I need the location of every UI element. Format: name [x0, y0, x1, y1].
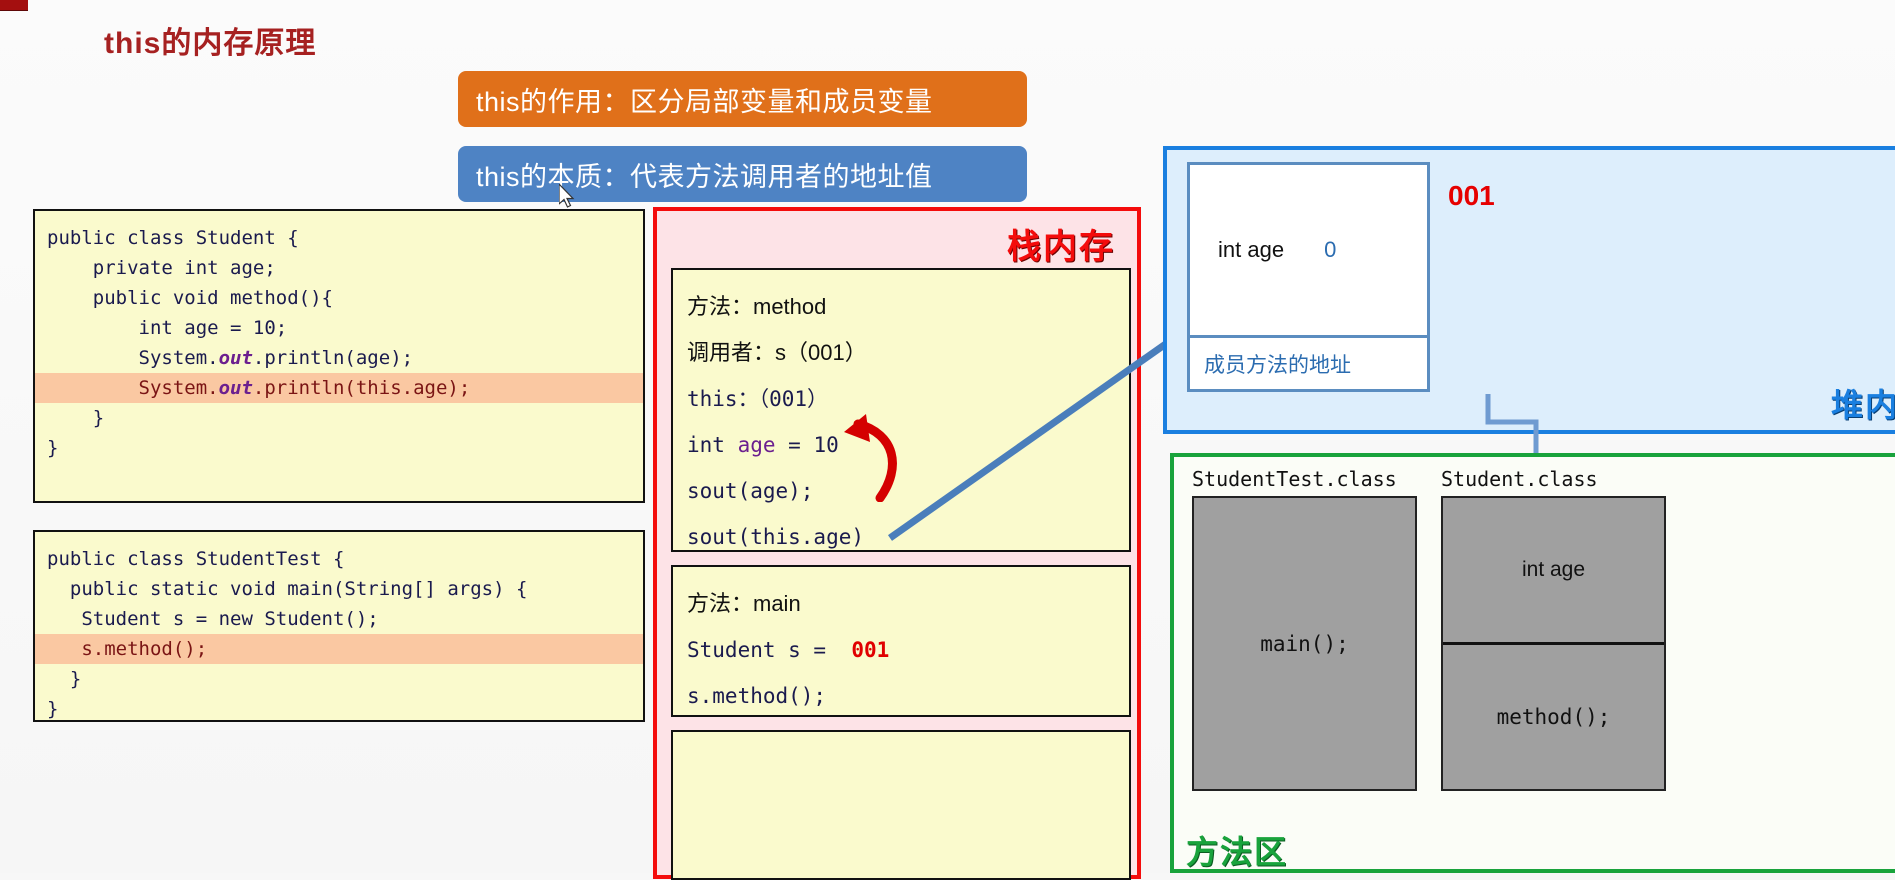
code-line-highlighted: System.out.println(this.age);: [35, 373, 643, 403]
stack-frame-main: 方法：main Student s = 001 s.method();: [671, 565, 1131, 717]
class-block-studenttest: StudentTest.class main();: [1192, 467, 1417, 791]
code-line: System.out.println(age);: [47, 347, 414, 369]
class-cell-field: int age: [1521, 558, 1586, 581]
class-cell: [1194, 692, 1415, 789]
page-title: this的内存原理: [104, 27, 317, 60]
heap-memory-title: 堆内存: [1830, 387, 1895, 423]
code-line: public static void main(String[] args) {: [47, 578, 528, 600]
banner-this-essence: this的本质：代表方法调用者的地址值: [458, 146, 1027, 202]
code-line: int age = 10;: [47, 317, 288, 339]
code-line: }: [47, 668, 82, 690]
class-file-label: StudentTest.class: [1192, 467, 1397, 491]
field-name: int age: [1218, 237, 1285, 262]
code-line: Student s = new Student();: [47, 608, 379, 630]
code-block-studenttest: public class StudentTest { public static…: [33, 530, 645, 722]
method-area-title: 方法区: [1186, 834, 1289, 870]
heap-object-field: int age 0: [1187, 162, 1430, 338]
code-line: private int age;: [47, 257, 276, 279]
code-line: }: [47, 698, 59, 720]
class-block-student: Student.class int age method();: [1441, 467, 1666, 791]
frame-line: s.method();: [687, 684, 827, 708]
field-value: 0: [1324, 237, 1337, 262]
class-file-label: Student.class: [1441, 467, 1598, 491]
class-body: int age method();: [1441, 496, 1666, 791]
corner-accent-mark: [0, 0, 28, 11]
code-block-student: public class Student { private int age; …: [33, 209, 645, 503]
method-area-box: StudentTest.class main(); Student.class …: [1170, 453, 1895, 873]
slide-canvas: this的内存原理 this的作用：区分局部变量和成员变量 this的本质：代表…: [0, 0, 1895, 880]
heap-object-method-address: 成员方法的地址: [1187, 338, 1430, 392]
frame-line: Student s = 001: [687, 638, 890, 662]
class-cell-method: method();: [1443, 642, 1664, 789]
code-line: public class Student {: [47, 227, 299, 249]
code-line: }: [47, 437, 59, 459]
class-cell: [1194, 498, 1415, 595]
banner-this-purpose: this的作用：区分局部变量和成员变量: [458, 71, 1027, 127]
heap-object: int age 0 成员方法的地址: [1187, 162, 1430, 392]
frame-line: 方法：main: [687, 591, 801, 616]
code-line: public class StudentTest {: [47, 548, 345, 570]
heap-address-label: 001: [1448, 180, 1495, 211]
class-cell: main();: [1260, 631, 1349, 656]
code-line: public void method(){: [47, 287, 333, 309]
class-body: main();: [1192, 496, 1417, 791]
code-line: }: [47, 407, 105, 429]
out-token: out: [218, 347, 253, 369]
stack-frame-empty: [671, 730, 1131, 880]
code-line-highlighted: s.method();: [35, 634, 643, 664]
out-token: out: [218, 377, 253, 399]
address-value: 001: [851, 638, 890, 662]
